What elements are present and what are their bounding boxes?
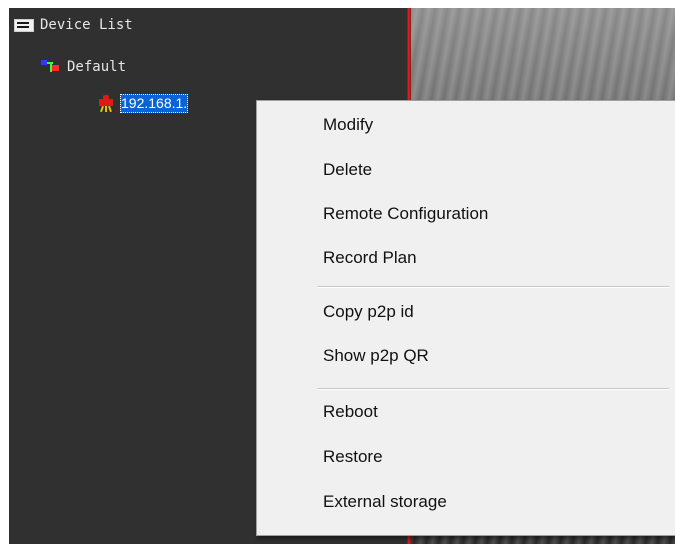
menu-item-reboot[interactable]: Reboot <box>323 400 378 424</box>
menu-item-copy-p2p-id[interactable]: Copy p2p id <box>323 300 414 324</box>
menu-item-restore[interactable]: Restore <box>323 445 383 469</box>
menu-item-modify[interactable]: Modify <box>323 113 373 137</box>
tree-item-label: Default <box>67 59 127 75</box>
tree-item-device-list[interactable]: Device List <box>14 15 133 35</box>
menu-separator <box>317 388 669 390</box>
device-ip-label[interactable]: 192.168.1. <box>120 93 189 113</box>
menu-separator <box>317 286 669 288</box>
menu-item-record-plan[interactable]: Record Plan <box>323 246 417 270</box>
menu-item-delete[interactable]: Delete <box>323 158 372 182</box>
device-list-icon <box>14 18 34 32</box>
tree-item-label: Device List <box>40 17 133 33</box>
context-menu: Modify Delete Remote Configuration Recor… <box>256 100 675 536</box>
group-tree-icon <box>41 60 61 74</box>
tree-item-device[interactable]: 192.168.1. <box>97 93 189 113</box>
menu-item-show-p2p-qr[interactable]: Show p2p QR <box>323 344 429 368</box>
camera-icon <box>97 94 115 113</box>
menu-item-external-storage[interactable]: External storage <box>323 490 447 514</box>
tree-item-default-group[interactable]: Default <box>41 57 126 77</box>
menu-item-remote-configuration[interactable]: Remote Configuration <box>323 202 488 226</box>
